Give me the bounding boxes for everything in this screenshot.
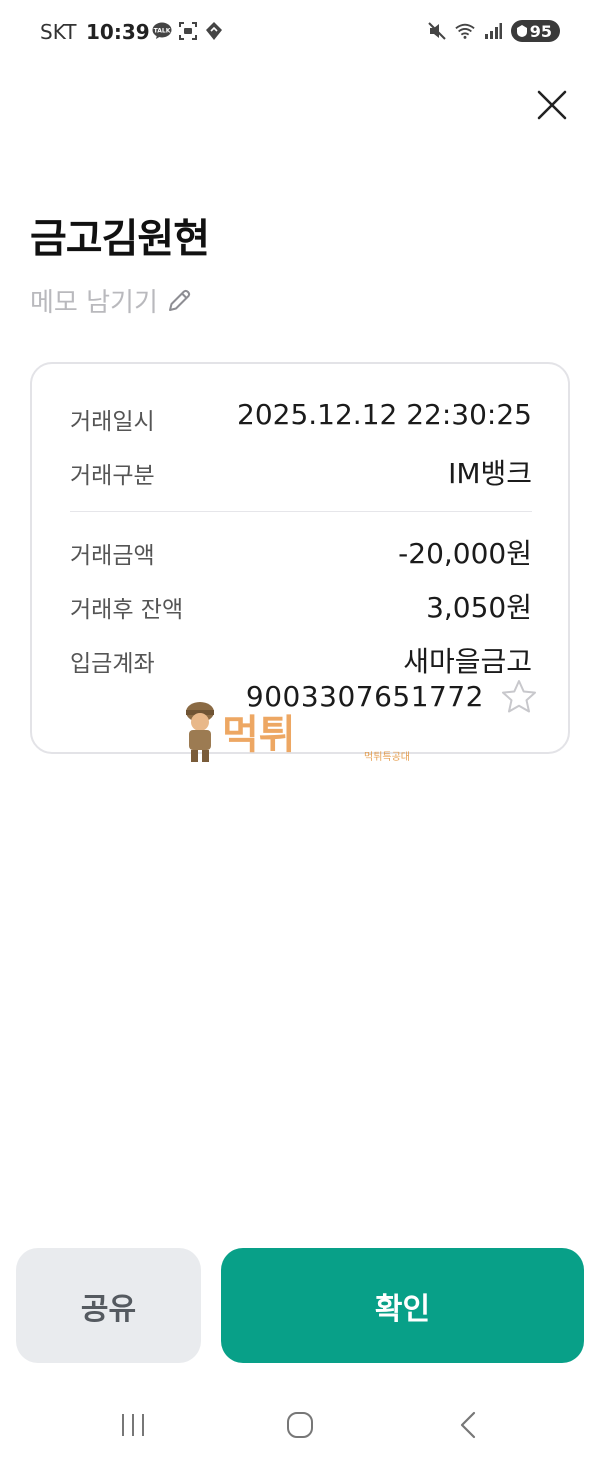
transaction-detail-screen: SKT 10:39 TALK 95 금고김원현 메모 남기기 거래일시 2025… — [0, 0, 600, 1467]
home-button[interactable] — [270, 1400, 330, 1450]
balance-value: 3,050원 — [426, 591, 532, 624]
datetime-value: 2025.12.12 22:30:25 — [237, 398, 532, 431]
amount-row: 거래금액 -20,000원 — [70, 532, 532, 572]
home-icon — [287, 1412, 313, 1438]
amount-label: 거래금액 — [70, 543, 155, 569]
signal-icon — [483, 21, 503, 41]
datetime-label: 거래일시 — [70, 409, 155, 435]
pencil-icon — [168, 289, 191, 311]
clock: 10:39 — [86, 20, 150, 44]
type-value: IM뱅크 — [448, 457, 532, 490]
recent-apps-button[interactable] — [103, 1400, 163, 1450]
wifi-icon — [455, 21, 475, 41]
balance-row: 거래후 잔액 3,050원 — [70, 586, 532, 626]
balance-label: 거래후 잔액 — [70, 597, 184, 623]
type-row: 거래구분 IM뱅크 — [70, 452, 532, 492]
watermark-subtext: 먹튀특공대 — [364, 752, 410, 763]
share-label: 공유 — [80, 1292, 137, 1326]
transaction-detail-card: 거래일시 2025.12.12 22:30:25 거래구분 IM뱅크 거래금액 … — [30, 362, 570, 754]
status-bar: SKT 10:39 TALK 95 — [0, 0, 600, 64]
carrier-label: SKT — [40, 20, 77, 44]
memo-label: 메모 남기기 — [30, 288, 158, 318]
location-icon — [204, 21, 224, 41]
confirm-label: 확인 — [374, 1292, 431, 1326]
amount-value: -20,000원 — [398, 537, 532, 570]
talk-icon: TALK — [152, 21, 172, 41]
back-button[interactable] — [438, 1400, 498, 1450]
battery-icon: 95 — [510, 20, 560, 42]
mute-icon — [427, 21, 447, 41]
type-label: 거래구분 — [70, 463, 155, 489]
page-title: 금고김원현 — [30, 216, 210, 262]
svg-text:TALK: TALK — [154, 28, 171, 35]
account-label: 입금계좌 — [70, 651, 155, 677]
screenshot-icon — [178, 21, 198, 41]
datetime-row: 거래일시 2025.12.12 22:30:25 — [70, 398, 532, 438]
watermark: 먹튀 먹튀특공대 — [180, 700, 440, 770]
notification-icons: TALK — [152, 21, 224, 41]
confirm-button[interactable]: 확인 — [221, 1248, 584, 1363]
battery-level: 95 — [529, 21, 552, 41]
back-icon — [460, 1411, 476, 1439]
favorite-button[interactable] — [500, 678, 538, 716]
soldier-mascot-icon — [186, 702, 214, 762]
close-icon — [537, 90, 567, 120]
account-row: 입금계좌 새마을금고 — [70, 640, 532, 680]
system-icons: 95 — [427, 20, 560, 42]
share-button[interactable]: 공유 — [16, 1248, 201, 1363]
account-bank: 새마을금고 — [403, 645, 532, 678]
recent-apps-icon — [122, 1414, 144, 1436]
watermark-text: 먹튀 — [222, 712, 296, 758]
memo-button[interactable]: 메모 남기기 — [30, 282, 192, 319]
close-button[interactable] — [533, 86, 571, 124]
card-divider — [70, 511, 532, 512]
star-icon — [502, 680, 536, 713]
